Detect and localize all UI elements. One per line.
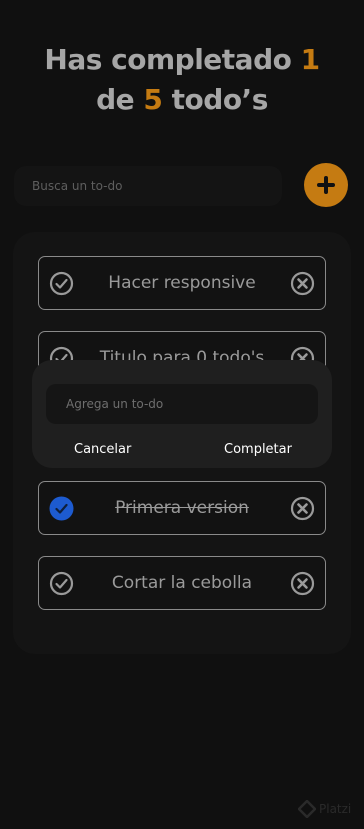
todo-text: Cortar la cebolla xyxy=(111,573,253,593)
delete-icon[interactable] xyxy=(290,571,315,596)
todo-text: Primera version xyxy=(115,498,249,518)
total-count: 5 xyxy=(143,83,163,116)
todo-text: Hacer responsive xyxy=(108,273,256,293)
completed-count: 1 xyxy=(300,43,320,76)
watermark-text: Platzi xyxy=(319,802,352,816)
delete-icon[interactable] xyxy=(290,496,315,521)
add-todo-modal: Cancelar Completar xyxy=(32,360,332,468)
todo-item[interactable]: Cortar la cebolla xyxy=(38,556,326,610)
page-title: Has completado 1 de 5 todo’s xyxy=(0,40,364,120)
todo-item[interactable]: Hacer responsive xyxy=(38,256,326,310)
title-suffix: todo’s xyxy=(171,83,269,116)
todo-item[interactable]: Primera version xyxy=(38,481,326,535)
new-todo-input[interactable] xyxy=(46,384,318,424)
check-done-icon[interactable] xyxy=(49,496,74,521)
title-prefix: Has completado xyxy=(44,43,292,76)
title-middle: de xyxy=(96,83,135,116)
cancel-button[interactable]: Cancelar xyxy=(74,442,131,457)
search-input[interactable] xyxy=(14,166,282,206)
check-icon[interactable] xyxy=(49,571,74,596)
add-todo-button[interactable] xyxy=(304,163,348,207)
check-icon[interactable] xyxy=(49,271,74,296)
delete-icon[interactable] xyxy=(290,271,315,296)
platzi-logo-icon xyxy=(298,800,316,818)
complete-button[interactable]: Completar xyxy=(224,442,292,457)
